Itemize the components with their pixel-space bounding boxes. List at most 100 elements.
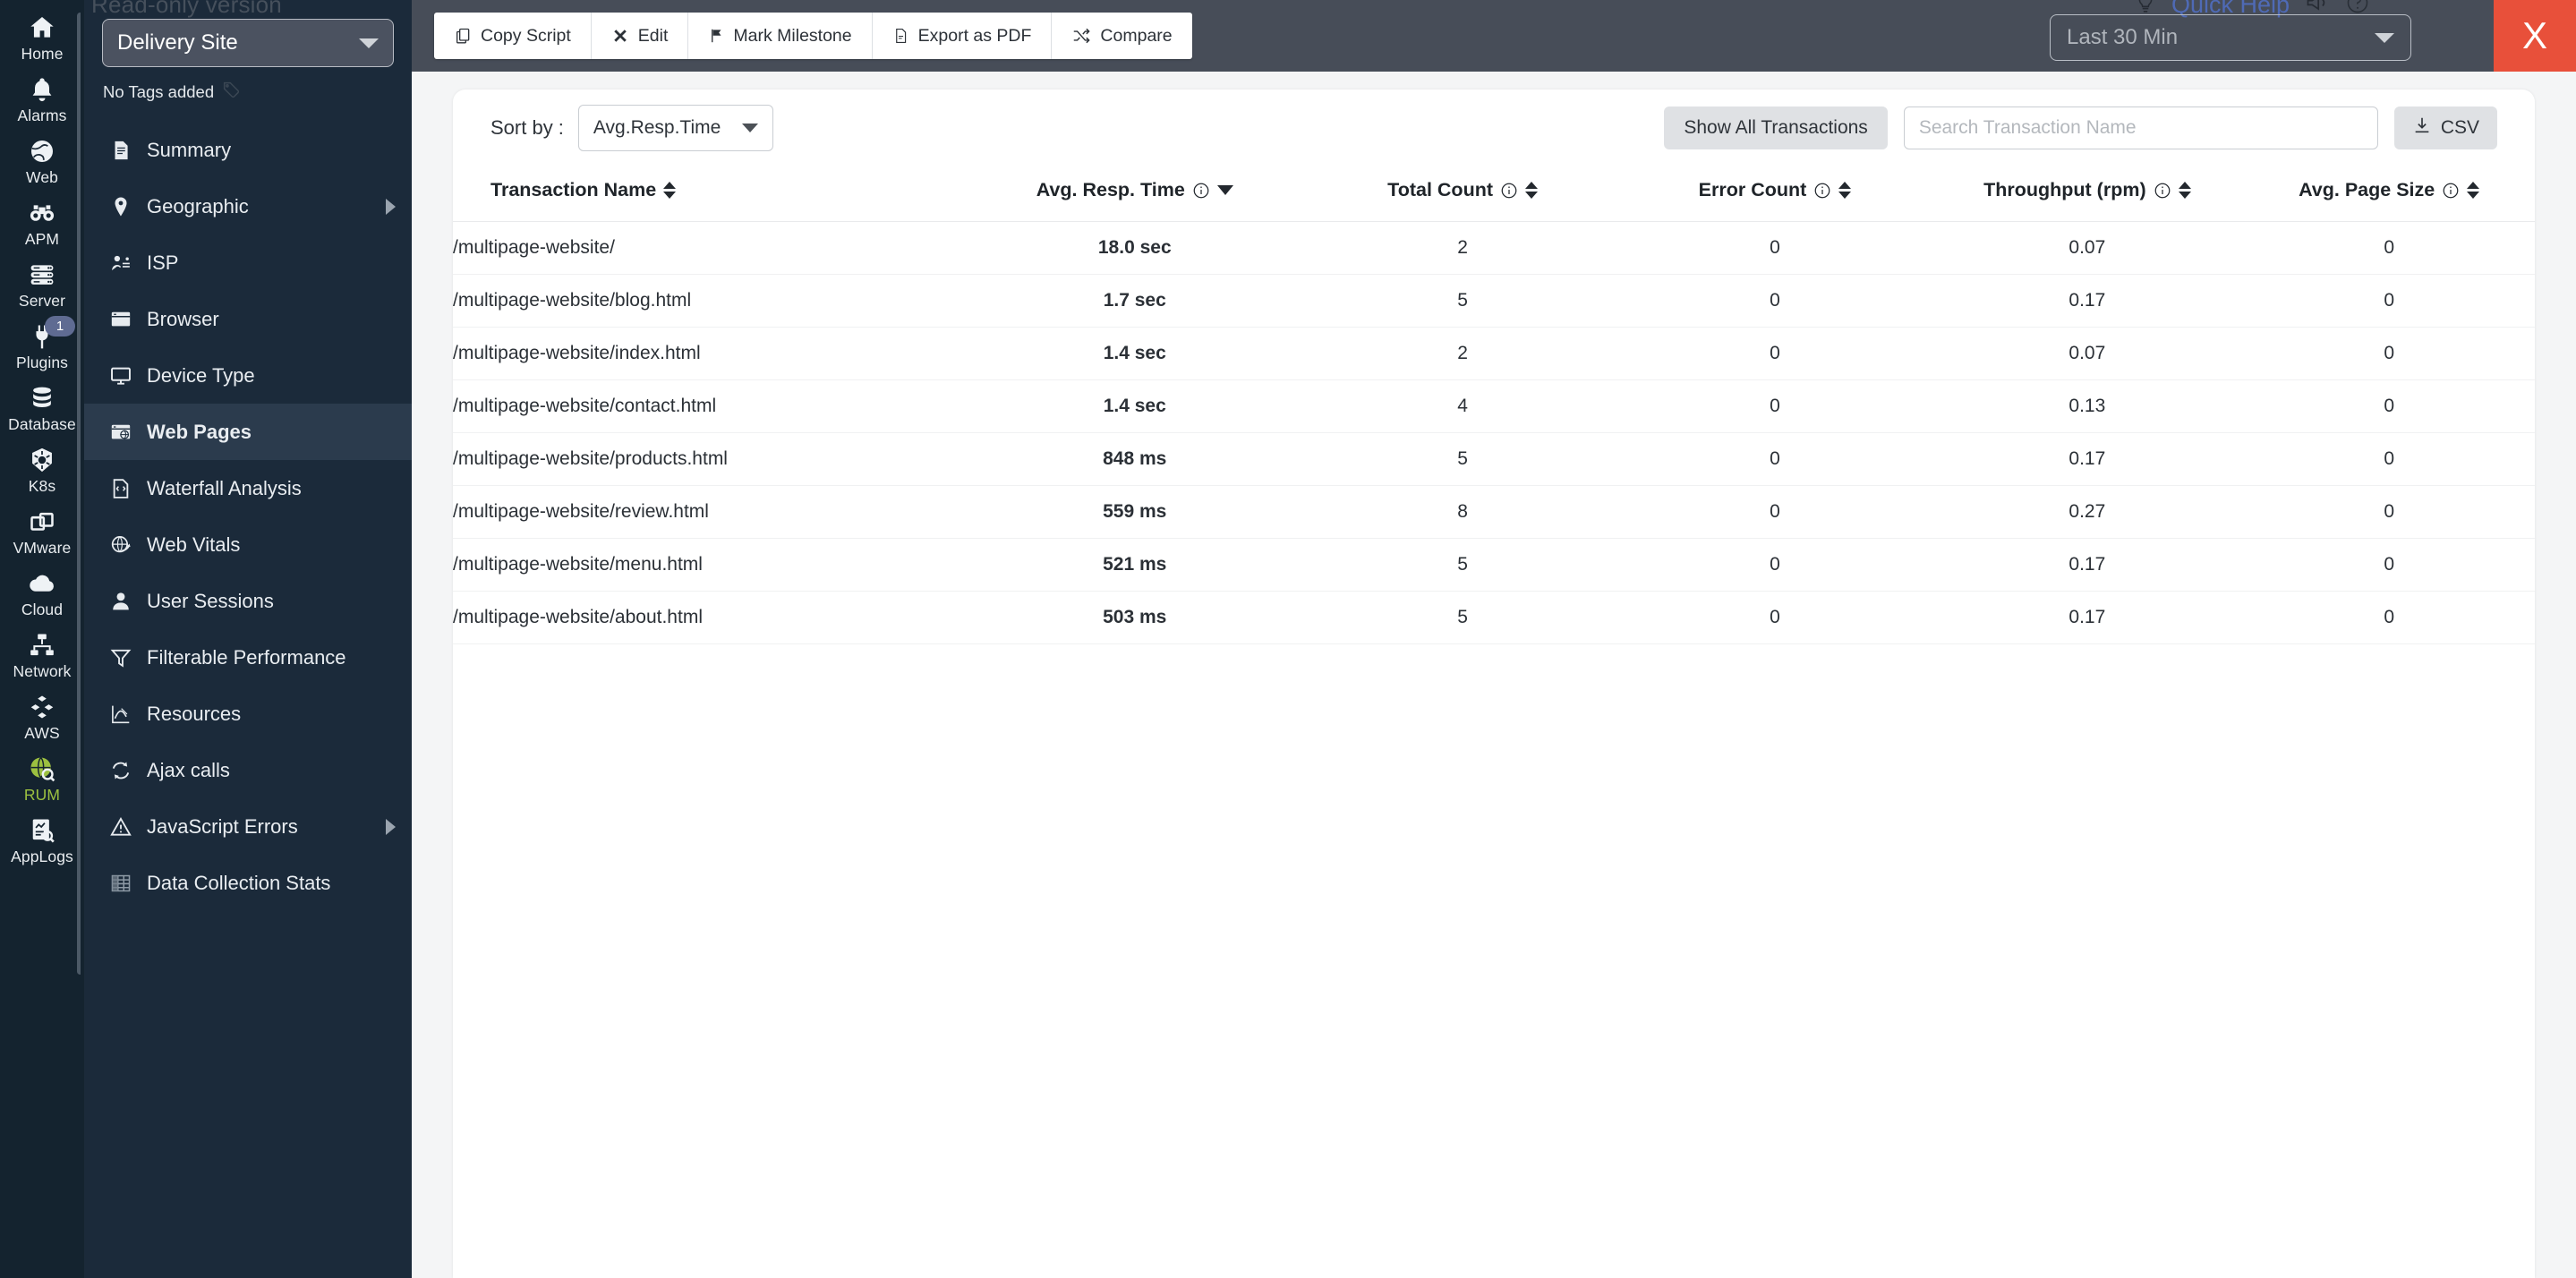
column-header-throughput-rpm-[interactable]: Throughput (rpm) <box>1931 166 2243 222</box>
cell-throughput: 0.17 <box>1931 592 2243 644</box>
table-row[interactable]: /multipage-website/review.html559 ms800.… <box>453 486 2535 539</box>
sidebar-item-javascript-errors[interactable]: JavaScript Errors <box>84 798 412 855</box>
show-all-transactions-button[interactable]: Show All Transactions <box>1664 106 1887 149</box>
sidebar-item-geographic[interactable]: Geographic <box>84 178 412 234</box>
rail-item-alarms[interactable]: Alarms <box>0 69 84 131</box>
copy-script-button[interactable]: Copy Script <box>434 13 592 59</box>
cell-transaction-name[interactable]: /multipage-website/about.html <box>453 592 963 644</box>
sidebar-item-browser[interactable]: Browser <box>84 291 412 347</box>
cell-avg-page-size: 0 <box>2243 592 2535 644</box>
sidebar-item-device-type[interactable]: Device Type <box>84 347 412 404</box>
rail-item-label: Cloud <box>21 601 63 619</box>
info-icon[interactable] <box>1192 182 1210 200</box>
rail-badge: 1 <box>45 316 75 337</box>
rail-item-database[interactable]: Database <box>0 378 84 439</box>
search-input[interactable] <box>1919 117 2363 139</box>
cell-transaction-name[interactable]: /multipage-website/contact.html <box>453 380 963 433</box>
chevron-right-icon[interactable] <box>386 199 396 215</box>
rail-item-plugins[interactable]: 1Plugins <box>0 316 84 378</box>
cell-transaction-name[interactable]: /multipage-website/index.html <box>453 328 963 380</box>
sidebar-item-summary[interactable]: Summary <box>84 122 412 178</box>
tags-row[interactable]: No Tags added <box>103 80 412 104</box>
rum-globe-icon <box>27 754 57 783</box>
rail-item-web[interactable]: Web <box>0 131 84 192</box>
table-row[interactable]: /multipage-website/menu.html521 ms500.17… <box>453 539 2535 592</box>
table-row[interactable]: /multipage-website/contact.html1.4 sec40… <box>453 380 2535 433</box>
cell-avg-page-size: 0 <box>2243 275 2535 328</box>
rail-item-apm[interactable]: APM <box>0 192 84 254</box>
cell-avg-resp-time: 848 ms <box>963 433 1307 486</box>
sidebar-item-isp[interactable]: ISP <box>84 234 412 291</box>
table-row[interactable]: /multipage-website/products.html848 ms50… <box>453 433 2535 486</box>
column-header-error-count[interactable]: Error Count <box>1619 166 1932 222</box>
network-icon <box>27 631 57 660</box>
sidebar-item-ajax-calls[interactable]: Ajax calls <box>84 742 412 798</box>
sidebar-item-web-vitals[interactable]: Web Vitals <box>84 516 412 573</box>
rail-item-vmware[interactable]: VMware <box>0 501 84 563</box>
top-bar: Copy Script EditMark MilestoneExport as P… <box>412 0 2576 72</box>
close-button[interactable]: X <box>2494 0 2576 72</box>
column-header-avg-page-size[interactable]: Avg. Page Size <box>2243 166 2535 222</box>
sort-desc-icon[interactable] <box>1217 185 1233 195</box>
cell-transaction-name[interactable]: /multipage-website/review.html <box>453 486 963 539</box>
chevron-right-icon[interactable] <box>386 819 396 835</box>
cell-transaction-name[interactable]: /multipage-website/menu.html <box>453 539 963 592</box>
sort-by-select[interactable]: Avg.Resp.Time <box>578 105 773 151</box>
tag-icon <box>221 80 241 104</box>
sidebar-item-filterable-performance[interactable]: Filterable Performance <box>84 629 412 686</box>
export-as-pdf-button[interactable]: Export as PDF <box>873 13 1053 59</box>
sidebar-item-web-pages[interactable]: Web Pages <box>84 404 412 460</box>
rail-scrollbar[interactable] <box>77 13 83 975</box>
site-selector[interactable]: Delivery Site <box>102 19 394 67</box>
edit-button[interactable]: Edit <box>592 13 689 59</box>
chevron-down-icon <box>2375 33 2394 43</box>
code-file-icon <box>109 477 140 500</box>
table-row[interactable]: /multipage-website/18.0 sec200.070 <box>453 222 2535 275</box>
sidebar-item-user-sessions[interactable]: User Sessions <box>84 573 412 629</box>
rail-item-applogs[interactable]: AppLogs <box>0 810 84 872</box>
sidebar-item-label: Geographic <box>147 195 249 218</box>
sidebar-item-waterfall-analysis[interactable]: Waterfall Analysis <box>84 460 412 516</box>
rail-item-network[interactable]: Network <box>0 625 84 686</box>
mark-milestone-button[interactable]: Mark Milestone <box>688 13 872 59</box>
rail-item-server[interactable]: Server <box>0 254 84 316</box>
sidebar-item-label: Device Type <box>147 364 255 388</box>
compare-button[interactable]: Compare <box>1052 13 1191 59</box>
table-row[interactable]: /multipage-website/about.html503 ms500.1… <box>453 592 2535 644</box>
vmware-icon <box>27 507 57 536</box>
rail-item-home[interactable]: Home <box>0 7 84 69</box>
sidebar-item-data-collection-stats[interactable]: Data Collection Stats <box>84 855 412 911</box>
sort-toggle-icon[interactable] <box>663 182 676 199</box>
sort-toggle-icon[interactable] <box>2467 182 2479 199</box>
table-row[interactable]: /multipage-website/blog.html1.7 sec500.1… <box>453 275 2535 328</box>
column-header-avg-resp-time[interactable]: Avg. Resp. Time <box>963 166 1307 222</box>
sort-toggle-icon[interactable] <box>2179 182 2191 199</box>
column-header-transaction-name[interactable]: Transaction Name <box>453 166 963 222</box>
sort-toggle-icon[interactable] <box>1525 182 1538 199</box>
cell-transaction-name[interactable]: /multipage-website/products.html <box>453 433 963 486</box>
sidebar-item-label: Data Collection Stats <box>147 872 330 895</box>
toolbar-button-label: Copy Script <box>481 26 571 47</box>
cell-transaction-name[interactable]: /multipage-website/ <box>453 222 963 275</box>
time-range-selector[interactable]: Last 30 Min <box>2050 14 2411 61</box>
info-icon[interactable] <box>1813 182 1831 200</box>
info-icon[interactable] <box>2442 182 2460 200</box>
refresh-icon <box>109 759 140 782</box>
sidebar-item-resources[interactable]: Resources <box>84 686 412 742</box>
table-row[interactable]: /multipage-website/index.html1.4 sec200.… <box>453 328 2535 380</box>
column-header-total-count[interactable]: Total Count <box>1307 166 1619 222</box>
rail-item-k8s[interactable]: K8s <box>0 439 84 501</box>
tags-label: No Tags added <box>103 82 214 102</box>
action-toolbar: Copy Script EditMark MilestoneExport as P… <box>434 13 1192 59</box>
rail-item-label: APM <box>25 230 59 249</box>
rail-item-aws[interactable]: AWS <box>0 686 84 748</box>
info-icon[interactable] <box>1500 182 1518 200</box>
search-transaction-box[interactable] <box>1904 106 2378 149</box>
csv-export-button[interactable]: CSV <box>2394 106 2497 149</box>
rail-item-rum[interactable]: RUM <box>0 748 84 810</box>
controls-row: Sort by : Avg.Resp.Time Show All Transac… <box>453 89 2535 166</box>
rail-item-cloud[interactable]: Cloud <box>0 563 84 625</box>
sort-toggle-icon[interactable] <box>1838 182 1851 199</box>
cell-transaction-name[interactable]: /multipage-website/blog.html <box>453 275 963 328</box>
info-icon[interactable] <box>2154 182 2171 200</box>
